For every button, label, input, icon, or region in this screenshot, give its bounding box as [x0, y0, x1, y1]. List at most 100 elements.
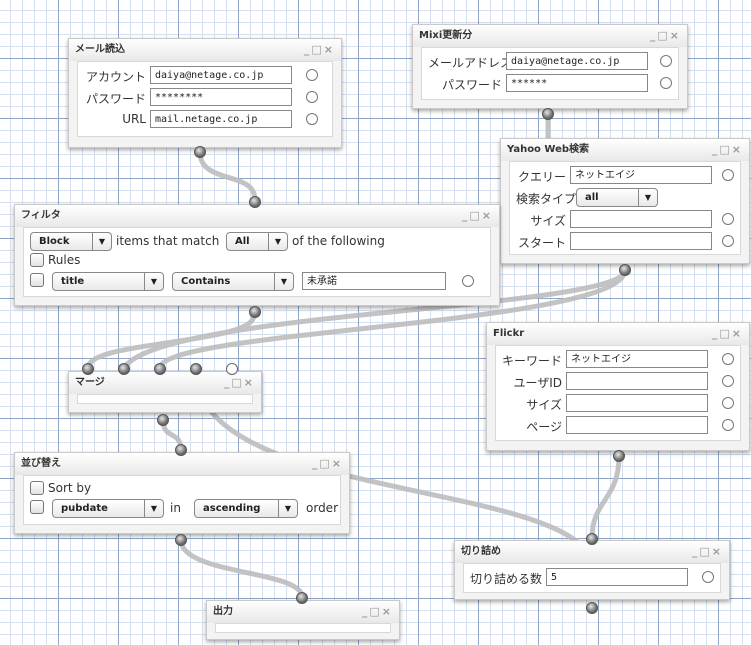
output-body — [215, 623, 391, 633]
merge-input-connector-3[interactable] — [154, 363, 166, 375]
close-icon[interactable]: × — [482, 209, 493, 222]
yahoo-title-bar[interactable]: Yahoo Web検索 _□× — [501, 139, 749, 161]
close-icon[interactable]: × — [712, 545, 723, 558]
maximize-icon[interactable]: □ — [319, 457, 331, 470]
maximize-icon[interactable]: □ — [699, 545, 711, 558]
close-icon[interactable]: × — [732, 327, 743, 340]
mixi-password-input[interactable]: ****** — [506, 74, 648, 92]
merge-input-connector-1[interactable] — [82, 363, 94, 375]
account-input[interactable]: daiya@netage.co.jp — [150, 66, 292, 84]
sort-field-select[interactable]: pubdate ▼ — [52, 499, 164, 518]
mixi-email-terminal[interactable] — [660, 55, 672, 67]
merge-input-connector-5[interactable] — [226, 363, 238, 375]
rule-checkbox[interactable] — [30, 273, 44, 287]
output-module[interactable]: 出力 _□× — [206, 600, 400, 640]
filter-title-bar[interactable]: フィルタ _□× — [15, 205, 499, 227]
flickr-output-connector[interactable] — [613, 450, 625, 462]
filter-module[interactable]: フィルタ _□× Block ▼ items that match All ▼ of… — [14, 204, 500, 306]
close-icon[interactable]: × — [732, 143, 743, 156]
page-terminal[interactable] — [722, 419, 734, 431]
sort-title-bar[interactable]: 並び替え _□× — [15, 453, 349, 475]
sort-direction-select[interactable]: ascending ▼ — [194, 499, 298, 518]
flickr-size-label: サイズ — [526, 398, 562, 412]
rules-checkbox[interactable] — [30, 253, 44, 267]
rule-field-select[interactable]: title ▼ — [52, 272, 164, 291]
keyword-input[interactable]: ネットエイジ — [566, 350, 708, 368]
output-title: 出力 — [213, 606, 233, 617]
merge-output-connector[interactable] — [157, 414, 169, 426]
output-title-bar[interactable]: 出力 _□× — [207, 601, 399, 623]
mail-module[interactable]: メール読込 _□× アカウント daiya@netage.co.jp パスワード *… — [68, 38, 342, 148]
maximize-icon[interactable]: □ — [657, 29, 669, 42]
mixi-password-terminal[interactable] — [660, 77, 672, 89]
keyword-terminal[interactable] — [722, 353, 734, 365]
mail-title: メール読込 — [75, 44, 125, 55]
maximize-icon[interactable]: □ — [311, 43, 323, 56]
sort-module[interactable]: 並び替え _□× Sort by pubdate ▼ in ascending ▼ … — [14, 452, 350, 534]
query-input[interactable]: ネットエイジ — [570, 166, 712, 184]
merge-title-bar[interactable]: マージ _□× — [69, 372, 261, 394]
yahoo-module[interactable]: Yahoo Web検索 _□× クエリー ネットエイジ 検索タイプ all ▼ サイズ… — [500, 138, 750, 264]
filter-output-connector[interactable] — [249, 306, 261, 318]
close-icon[interactable]: × — [670, 29, 681, 42]
mail-output-connector[interactable] — [194, 146, 206, 158]
sortby-checkbox[interactable] — [30, 481, 44, 495]
userid-terminal[interactable] — [722, 375, 734, 387]
maximize-icon[interactable]: □ — [469, 209, 481, 222]
truncate-input-connector[interactable] — [586, 533, 598, 545]
account-terminal[interactable] — [306, 69, 318, 81]
truncate-module[interactable]: 切り詰め _□× 切り詰める数 5 — [454, 540, 730, 600]
mixi-email-input[interactable]: daiya@netage.co.jp — [506, 52, 648, 70]
url-input[interactable]: mail.netage.co.jp — [150, 110, 292, 128]
rule-value-terminal[interactable] — [462, 275, 474, 287]
rule-value-input[interactable]: 未承諾 — [302, 272, 446, 290]
truncate-count-terminal[interactable] — [702, 571, 714, 583]
filter-input-connector[interactable] — [249, 196, 261, 208]
rule-operator-select[interactable]: Contains ▼ — [172, 272, 294, 291]
search-type-select[interactable]: all ▼ — [576, 188, 658, 207]
close-icon[interactable]: × — [324, 43, 335, 56]
mixi-output-connector[interactable] — [542, 108, 554, 120]
truncate-count-input[interactable]: 5 — [546, 568, 688, 586]
mixi-module[interactable]: Mixi更新分 _□× メールアドレス daiya@netage.co.jp パス… — [412, 24, 688, 109]
filter-match-select[interactable]: All ▼ — [226, 232, 288, 251]
password-input[interactable]: ******** — [150, 88, 292, 106]
start-input[interactable] — [570, 232, 712, 250]
password-terminal[interactable] — [306, 91, 318, 103]
window-controls: _□× — [712, 323, 743, 345]
output-input-connector[interactable] — [296, 592, 308, 604]
mixi-title-bar[interactable]: Mixi更新分 _□× — [413, 25, 687, 47]
sort-output-connector[interactable] — [175, 534, 187, 546]
flickr-title-bar[interactable]: Flickr _□× — [487, 323, 749, 345]
query-terminal[interactable] — [722, 169, 734, 181]
merge-module[interactable]: マージ _□× — [68, 371, 262, 413]
userid-input[interactable] — [566, 372, 708, 390]
flickr-size-terminal[interactable] — [722, 397, 734, 409]
size-terminal[interactable] — [722, 213, 734, 225]
close-icon[interactable]: × — [382, 605, 393, 618]
url-terminal[interactable] — [306, 113, 318, 125]
merge-input-connector-4[interactable] — [190, 363, 202, 375]
sort-input-connector[interactable] — [175, 444, 187, 456]
sort-rule-checkbox[interactable] — [30, 500, 44, 514]
yahoo-output-connector[interactable] — [619, 264, 631, 276]
mail-title-bar[interactable]: メール読込 _□× — [69, 39, 341, 61]
page-input[interactable] — [566, 416, 708, 434]
maximize-icon[interactable]: □ — [719, 143, 731, 156]
flickr-module[interactable]: Flickr _□× キーワード ネットエイジ ユーザID サイズ ページ — [486, 322, 750, 451]
truncate-output-connector[interactable] — [586, 602, 598, 614]
close-icon[interactable]: × — [332, 457, 343, 470]
merge-input-connector-2[interactable] — [118, 363, 130, 375]
start-terminal[interactable] — [722, 235, 734, 247]
close-icon[interactable]: × — [244, 376, 255, 389]
filter-mode-select[interactable]: Block ▼ — [30, 232, 112, 251]
size-label: サイズ — [530, 214, 566, 228]
sort-title: 並び替え — [21, 458, 61, 469]
maximize-icon[interactable]: □ — [231, 376, 243, 389]
truncate-count-label: 切り詰める数 — [470, 572, 543, 586]
flickr-size-input[interactable] — [566, 394, 708, 412]
maximize-icon[interactable]: □ — [369, 605, 381, 618]
size-input[interactable] — [570, 210, 712, 228]
sort-field-value: pubdate — [61, 503, 108, 514]
maximize-icon[interactable]: □ — [719, 327, 731, 340]
